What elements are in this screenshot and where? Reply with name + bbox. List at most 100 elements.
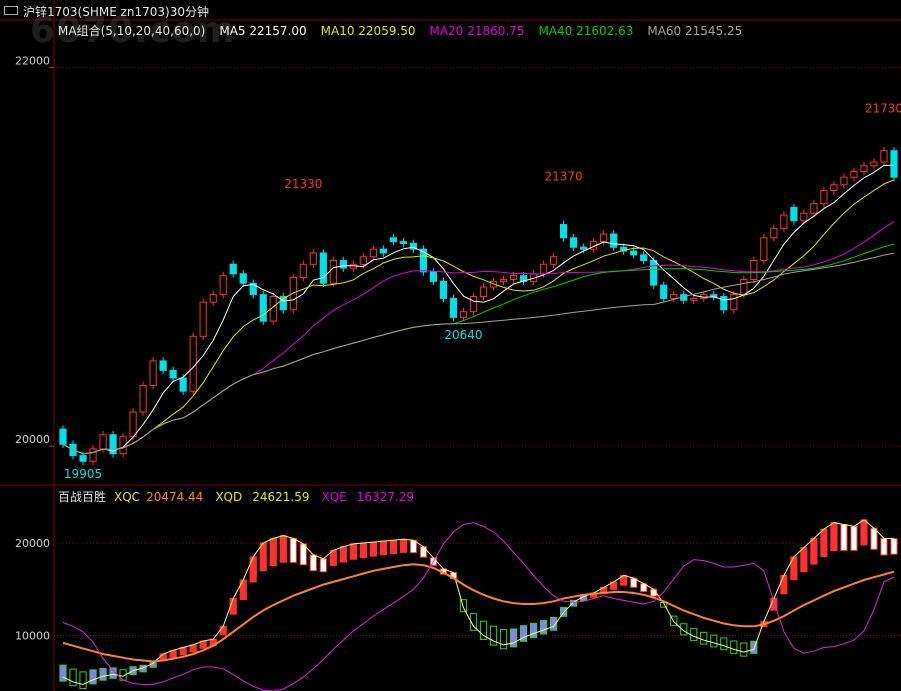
indicator-bar[interactable] bbox=[850, 525, 858, 551]
candle-body[interactable] bbox=[750, 260, 758, 280]
candle-body[interactable] bbox=[840, 176, 848, 186]
candle-body[interactable] bbox=[580, 246, 588, 250]
candle-body[interactable] bbox=[559, 224, 568, 239]
candle-body[interactable] bbox=[239, 273, 247, 284]
indicator-bar[interactable] bbox=[820, 528, 828, 557]
indicator-bar[interactable] bbox=[89, 669, 97, 685]
candle-body[interactable] bbox=[169, 369, 177, 379]
indicator-bar[interactable] bbox=[299, 543, 307, 566]
indicator-bar[interactable] bbox=[389, 539, 398, 555]
indicator-bar[interactable] bbox=[79, 671, 87, 690]
indicator-bar[interactable] bbox=[529, 622, 538, 639]
candle-body[interactable] bbox=[189, 335, 197, 392]
candle-body[interactable] bbox=[459, 311, 468, 318]
candle-body[interactable] bbox=[179, 377, 187, 392]
candle-body[interactable] bbox=[730, 294, 738, 311]
indicator-bar[interactable] bbox=[830, 522, 838, 552]
candle-body[interactable] bbox=[159, 360, 167, 371]
candle-body[interactable] bbox=[229, 263, 237, 275]
candle-body[interactable] bbox=[710, 294, 718, 298]
candle-body[interactable] bbox=[259, 294, 267, 322]
indicator-bar[interactable] bbox=[870, 527, 878, 550]
candle-body[interactable] bbox=[359, 256, 367, 265]
indicator-bar[interactable] bbox=[379, 540, 387, 556]
indicator-bar[interactable] bbox=[309, 554, 317, 572]
indicator-bar[interactable] bbox=[740, 642, 748, 657]
candle-body[interactable] bbox=[690, 297, 698, 301]
indicator-bar[interactable] bbox=[279, 535, 287, 563]
candle-body[interactable] bbox=[219, 275, 227, 296]
indicator-bar[interactable] bbox=[690, 628, 698, 641]
indicator-bar[interactable] bbox=[339, 546, 347, 563]
candle-body[interactable] bbox=[740, 278, 748, 296]
candle-body[interactable] bbox=[830, 184, 838, 191]
indicator-bar[interactable] bbox=[730, 640, 738, 654]
candle-body[interactable] bbox=[650, 260, 658, 286]
indicator-bar[interactable] bbox=[840, 524, 848, 552]
candle-body[interactable] bbox=[539, 263, 548, 275]
indicator-bar[interactable] bbox=[359, 542, 367, 559]
candle-body[interactable] bbox=[610, 233, 618, 248]
candle-body[interactable] bbox=[890, 150, 898, 178]
candle-body[interactable] bbox=[319, 252, 327, 284]
candle-body[interactable] bbox=[640, 254, 648, 262]
candle-body[interactable] bbox=[770, 227, 778, 239]
candle-body[interactable] bbox=[549, 256, 558, 265]
candle-body[interactable] bbox=[339, 260, 347, 269]
indicator-bar[interactable] bbox=[259, 542, 267, 572]
indicator-bar[interactable] bbox=[269, 537, 277, 567]
indicator-bar[interactable] bbox=[419, 546, 428, 558]
indicator-bar[interactable] bbox=[810, 537, 818, 565]
indicator-bar[interactable] bbox=[369, 541, 377, 557]
candlestick-panel[interactable]: 21330 21370 20640 21730 19905 bbox=[59, 101, 901, 481]
candle-body[interactable] bbox=[479, 286, 488, 298]
candle-body[interactable] bbox=[800, 212, 808, 222]
candle-body[interactable] bbox=[870, 161, 878, 167]
candle-body[interactable] bbox=[199, 301, 207, 337]
candle-body[interactable] bbox=[99, 434, 107, 450]
candle-body[interactable] bbox=[570, 237, 578, 248]
candle-body[interactable] bbox=[129, 411, 137, 438]
candle-body[interactable] bbox=[139, 385, 147, 413]
candle-body[interactable] bbox=[449, 297, 458, 318]
indicator-bar[interactable] bbox=[509, 628, 518, 648]
candle-body[interactable] bbox=[469, 296, 478, 313]
candle-body[interactable] bbox=[720, 296, 728, 311]
candle-body[interactable] bbox=[389, 237, 398, 243]
candle-body[interactable] bbox=[810, 203, 818, 214]
candle-body[interactable] bbox=[439, 280, 448, 299]
indicator-bar[interactable] bbox=[59, 664, 67, 682]
candle-body[interactable] bbox=[209, 294, 217, 303]
candle-body[interactable] bbox=[820, 189, 828, 205]
candle-body[interactable] bbox=[670, 294, 678, 299]
candle-body[interactable] bbox=[790, 206, 798, 222]
candle-body[interactable] bbox=[429, 271, 438, 282]
candle-body[interactable] bbox=[630, 250, 638, 256]
candle-body[interactable] bbox=[860, 165, 868, 173]
indicator-bar[interactable] bbox=[880, 537, 888, 556]
candle-body[interactable] bbox=[780, 214, 788, 229]
indicator-bar[interactable] bbox=[800, 547, 808, 573]
candle-body[interactable] bbox=[309, 252, 317, 265]
indicator-bar[interactable] bbox=[890, 538, 898, 555]
indicator-bar[interactable] bbox=[229, 598, 237, 615]
indicator-bar[interactable] bbox=[399, 538, 408, 553]
candle-body[interactable] bbox=[79, 455, 87, 462]
indicator-bar[interactable] bbox=[539, 620, 548, 635]
indicator-bar[interactable] bbox=[499, 629, 508, 650]
candle-body[interactable] bbox=[499, 278, 508, 282]
candle-body[interactable] bbox=[509, 275, 518, 280]
futures-chart[interactable]: 22000 20000 20000 10000 21330 21370 20640 2173… bbox=[0, 0, 901, 691]
candle-body[interactable] bbox=[660, 284, 668, 299]
candle-body[interactable] bbox=[89, 448, 97, 462]
indicator-bar[interactable] bbox=[349, 543, 357, 560]
candle-body[interactable] bbox=[600, 233, 608, 243]
candle-body[interactable] bbox=[880, 150, 888, 163]
indicator-bar[interactable] bbox=[720, 637, 728, 651]
indicator-panel[interactable] bbox=[59, 519, 898, 691]
indicator-bar[interactable] bbox=[710, 634, 718, 648]
candle-body[interactable] bbox=[399, 241, 408, 244]
indicator-bar[interactable] bbox=[99, 667, 107, 681]
indicator-bar[interactable] bbox=[860, 519, 868, 546]
candle-body[interactable] bbox=[379, 248, 387, 254]
